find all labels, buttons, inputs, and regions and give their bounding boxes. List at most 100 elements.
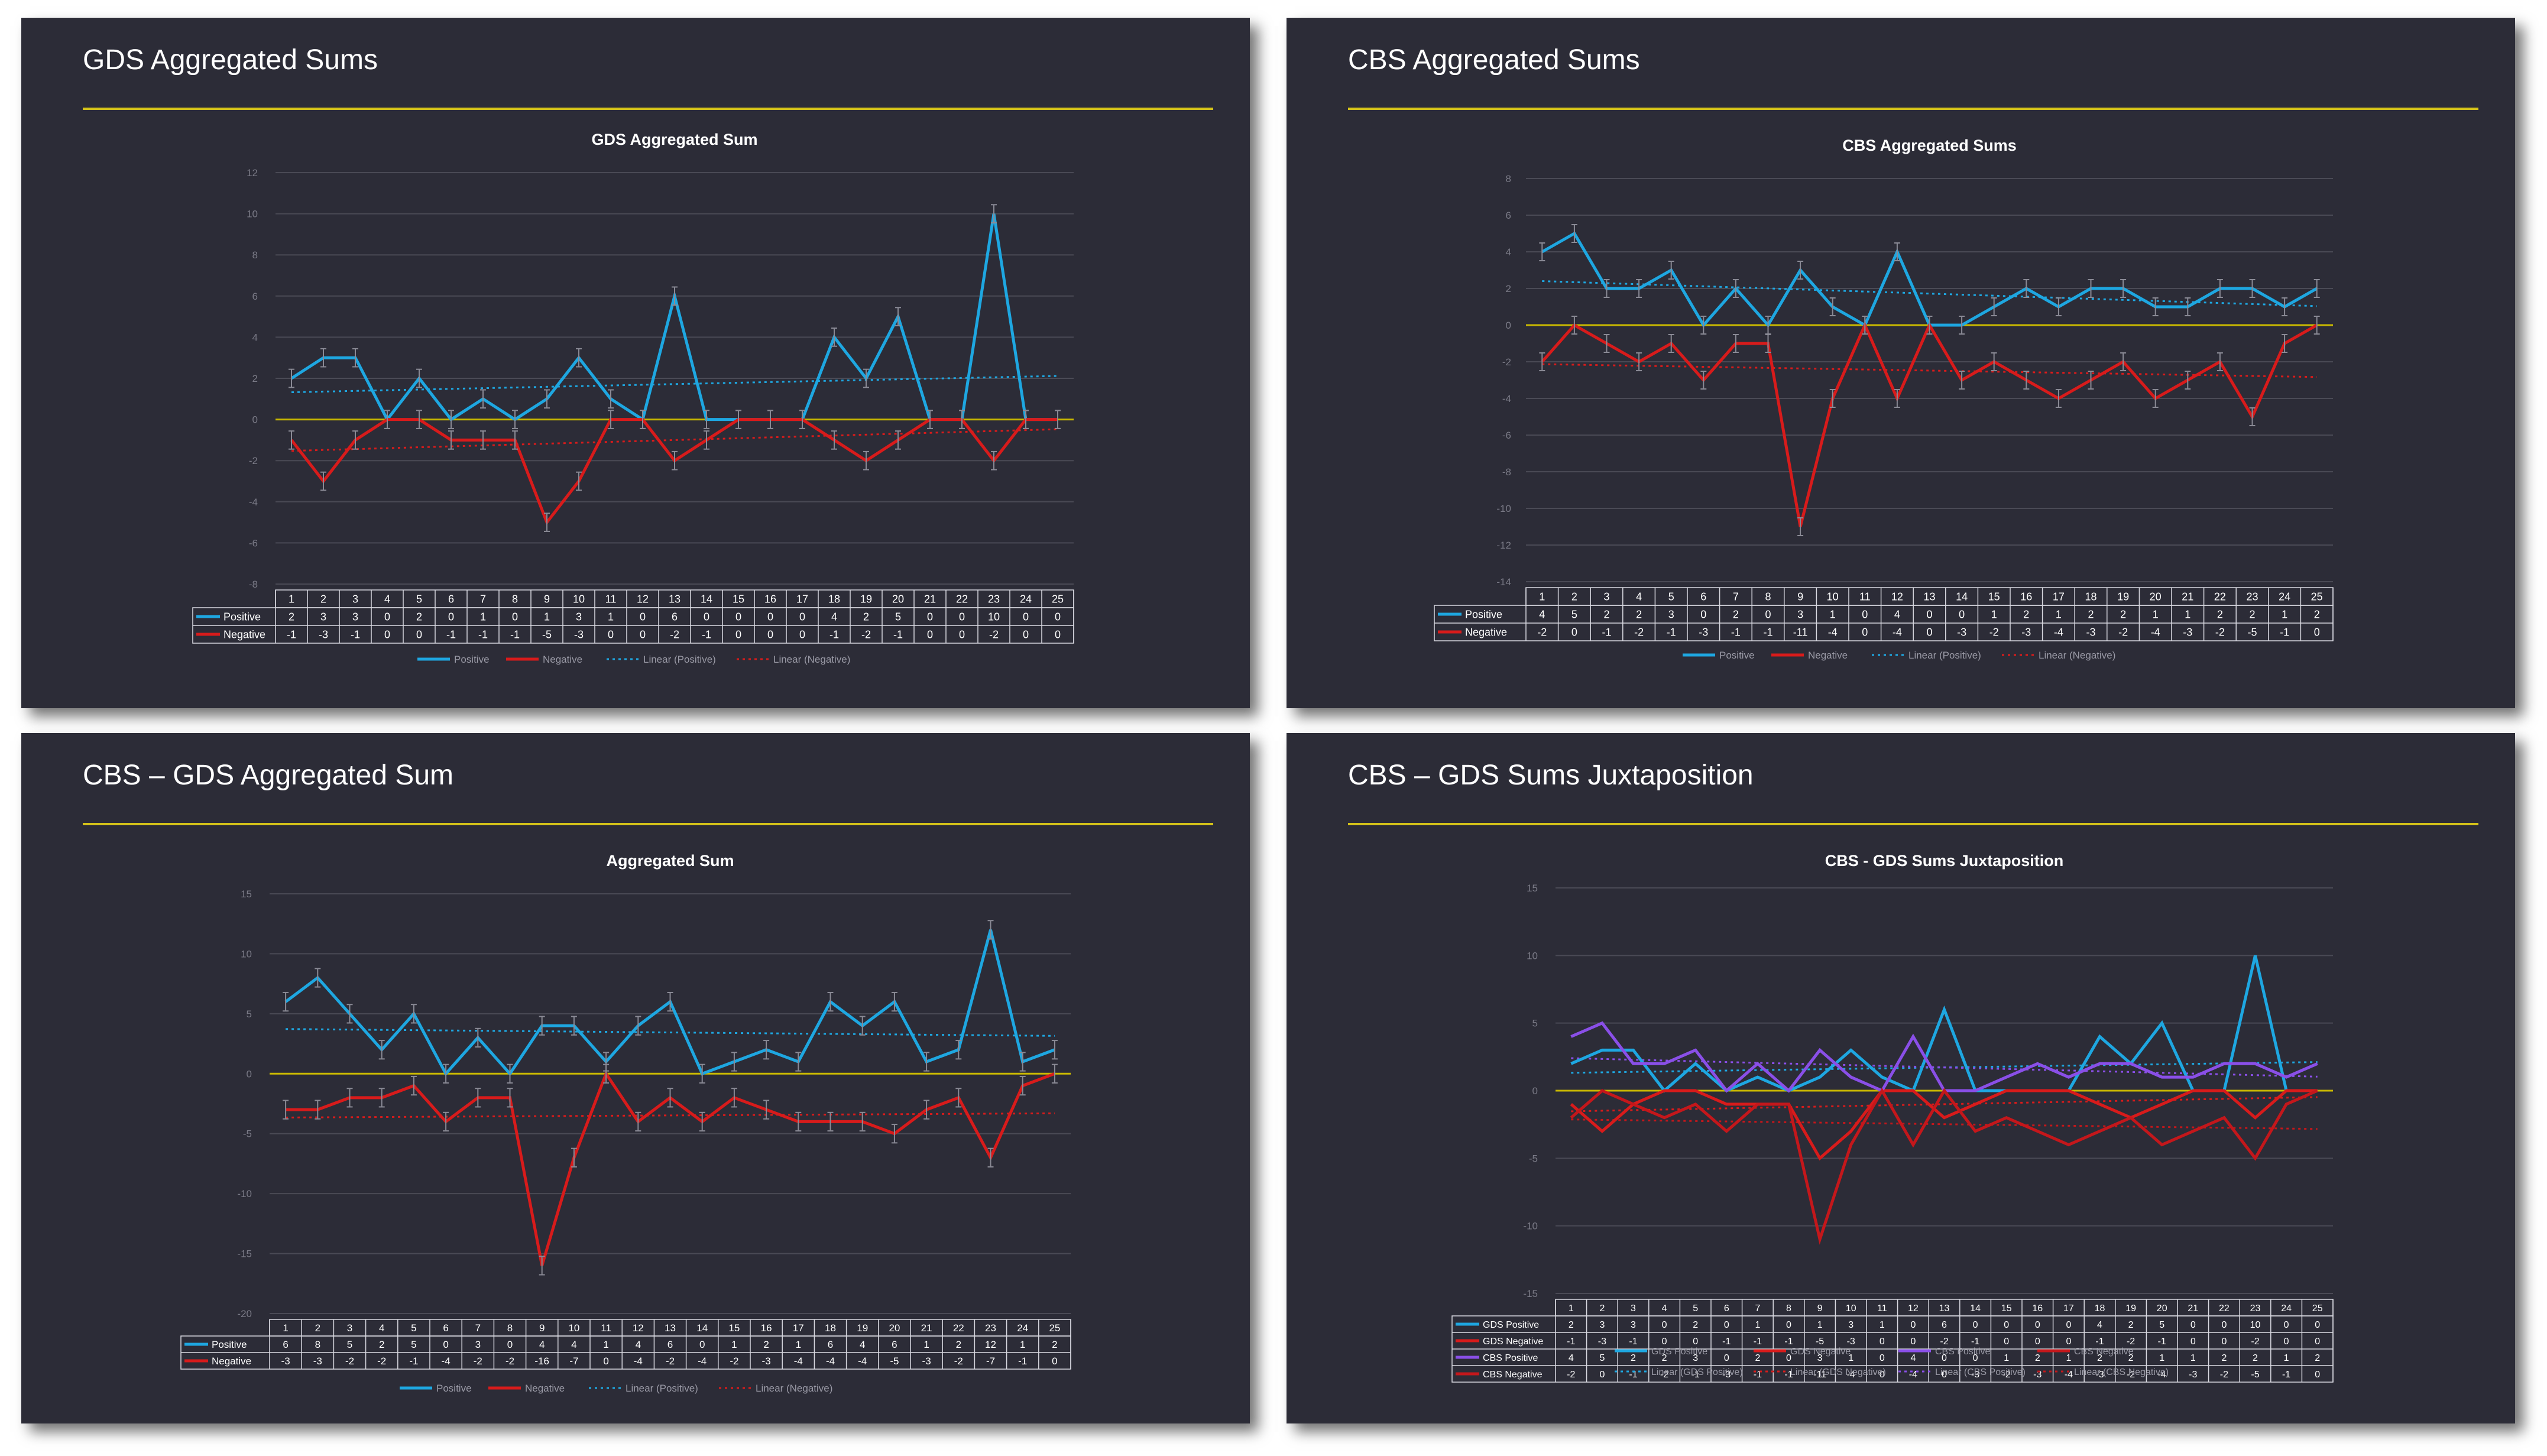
data-value-label: 2 — [2035, 1353, 2040, 1363]
data-value-label: -1 — [1971, 1337, 1979, 1347]
x-category-label: 23 — [2246, 591, 2258, 603]
y-tick-label: -8 — [1502, 466, 1511, 478]
data-value-label: 2 — [2023, 609, 2029, 621]
data-value-label: -4 — [1909, 1370, 1917, 1380]
slide-cbs-gds-sums-juxtaposition: CBS – GDS Sums Juxtaposition CBS - GDS S… — [1287, 733, 2515, 1423]
data-value-label: 2 — [1636, 609, 1642, 621]
data-value-label: 1 — [2066, 1353, 2071, 1363]
table-series-name: Negative — [223, 629, 265, 641]
table-series-name: Negative — [212, 1356, 251, 1367]
data-value-label: 3 — [1631, 1320, 1636, 1330]
data-value-label: 1 — [2159, 1353, 2164, 1363]
legend-label: Linear (CBS Positive) — [1935, 1367, 2026, 1377]
legend-label: Negative — [525, 1383, 565, 1394]
x-category-label: 25 — [1049, 1322, 1060, 1334]
x-category-label: 18 — [2095, 1303, 2105, 1314]
data-value-label: 0 — [699, 1339, 705, 1350]
data-value-label: 0 — [1862, 627, 1868, 638]
data-value-label: 1 — [1880, 1320, 1885, 1330]
data-value-label: 6 — [283, 1339, 288, 1350]
y-tick-label: 15 — [1527, 883, 1538, 894]
data-value-label: 2 — [1733, 609, 1739, 621]
data-value-label: -2 — [1567, 1370, 1575, 1380]
data-value-label: 6 — [1942, 1320, 1947, 1330]
data-value-label: 2 — [2221, 1353, 2227, 1363]
x-category-label: 22 — [953, 1322, 964, 1334]
data-value-label: -2 — [345, 1356, 354, 1367]
data-value-label: -2 — [2215, 627, 2225, 638]
data-value-label: 0 — [1662, 1320, 1667, 1330]
data-value-label: 1 — [796, 1339, 801, 1350]
data-value-label: 1 — [2185, 609, 2190, 621]
data-value-label: -4 — [1828, 627, 1838, 638]
table-series-name: GDS Positive — [1483, 1320, 1539, 1330]
x-category-label: 25 — [2311, 591, 2323, 603]
y-tick-label: 0 — [252, 414, 258, 426]
x-category-label: 3 — [352, 594, 358, 605]
data-value-label: 2 — [1052, 1339, 1057, 1350]
x-category-label: 4 — [1636, 591, 1642, 603]
x-category-label: 9 — [544, 594, 550, 605]
data-value-label: -4 — [442, 1356, 451, 1367]
data-value-label: 0 — [2190, 1337, 2196, 1347]
chart-aggregated-sum: Aggregated Sum151050-5-10-15-201 2 3 4 5 6 7 8 9… — [180, 852, 1071, 1394]
data-value-label: 3 — [1599, 1320, 1605, 1330]
data-value-label: -1 — [287, 629, 296, 641]
x-category-label: 15 — [2001, 1303, 2012, 1314]
x-category-label: 22 — [2219, 1303, 2230, 1314]
trendline-negative — [286, 1112, 1055, 1118]
data-value-label: -3 — [1598, 1337, 1606, 1347]
data-value-label: 0 — [384, 629, 390, 641]
data-value-label: 2 — [1755, 1353, 1760, 1363]
data-value-label: 0 — [1910, 1320, 1916, 1330]
data-value-label: -3 — [1847, 1337, 1855, 1347]
x-category-label: 21 — [921, 1322, 932, 1334]
data-value-label: -5 — [890, 1356, 899, 1367]
x-category-label: 9 — [1817, 1303, 1823, 1314]
data-value-label: 0 — [1662, 1337, 1667, 1347]
x-category-label: 6 — [448, 594, 454, 605]
data-value-label: 0 — [2314, 627, 2320, 638]
data-value-label: -2 — [861, 629, 871, 641]
y-tick-label: 2 — [252, 373, 258, 384]
data-value-label: 0 — [2066, 1320, 2071, 1330]
x-category-label: 8 — [1786, 1303, 1791, 1314]
legend-label: CBS Negative — [2074, 1347, 2134, 1357]
x-category-label: 16 — [761, 1322, 772, 1334]
legend-label: Linear (Positive) — [626, 1383, 698, 1394]
data-value-label: -3 — [2021, 627, 2031, 638]
data-value-label: -1 — [1567, 1337, 1575, 1347]
data-value-label: 3 — [352, 611, 358, 623]
x-category-label: 20 — [2157, 1303, 2167, 1314]
data-value-label: -2 — [1634, 627, 1644, 638]
x-category-label: 12 — [1908, 1303, 1919, 1314]
data-value-label: -1 — [2280, 627, 2289, 638]
x-category-label: 7 — [1755, 1303, 1760, 1314]
series-line-positive — [1541, 231, 2318, 328]
y-tick-label: 6 — [1506, 210, 1511, 221]
x-category-label: 5 — [411, 1322, 416, 1334]
x-category-label: 13 — [1923, 591, 1935, 603]
x-category-label: 19 — [860, 594, 872, 605]
legend-label: Linear (Negative) — [773, 654, 850, 665]
data-value-label: -2 — [2220, 1370, 2228, 1380]
data-value-label: -3 — [2189, 1370, 2197, 1380]
y-tick-label: -10 — [1523, 1221, 1538, 1232]
y-tick-label: -4 — [1502, 393, 1511, 404]
legend-label: Positive — [454, 654, 490, 665]
data-value-label: 0 — [1023, 629, 1029, 641]
y-tick-label: -5 — [243, 1129, 252, 1140]
data-value-label: -7 — [986, 1356, 995, 1367]
y-tick-label: -5 — [1529, 1153, 1538, 1164]
y-tick-label: 0 — [247, 1068, 252, 1079]
legend-label: GDS Negative — [1790, 1347, 1851, 1357]
x-category-label: 13 — [669, 594, 681, 605]
table-series-name: Positive — [212, 1339, 247, 1350]
data-value-label: 2 — [2314, 609, 2320, 621]
data-value-label: 3 — [1797, 609, 1803, 621]
data-value-label: 0 — [799, 629, 805, 641]
data-value-label: 2 — [1631, 1353, 1636, 1363]
data-value-label: -1 — [1629, 1337, 1637, 1347]
data-value-label: 2 — [863, 611, 869, 623]
x-category-label: 18 — [825, 1322, 836, 1334]
